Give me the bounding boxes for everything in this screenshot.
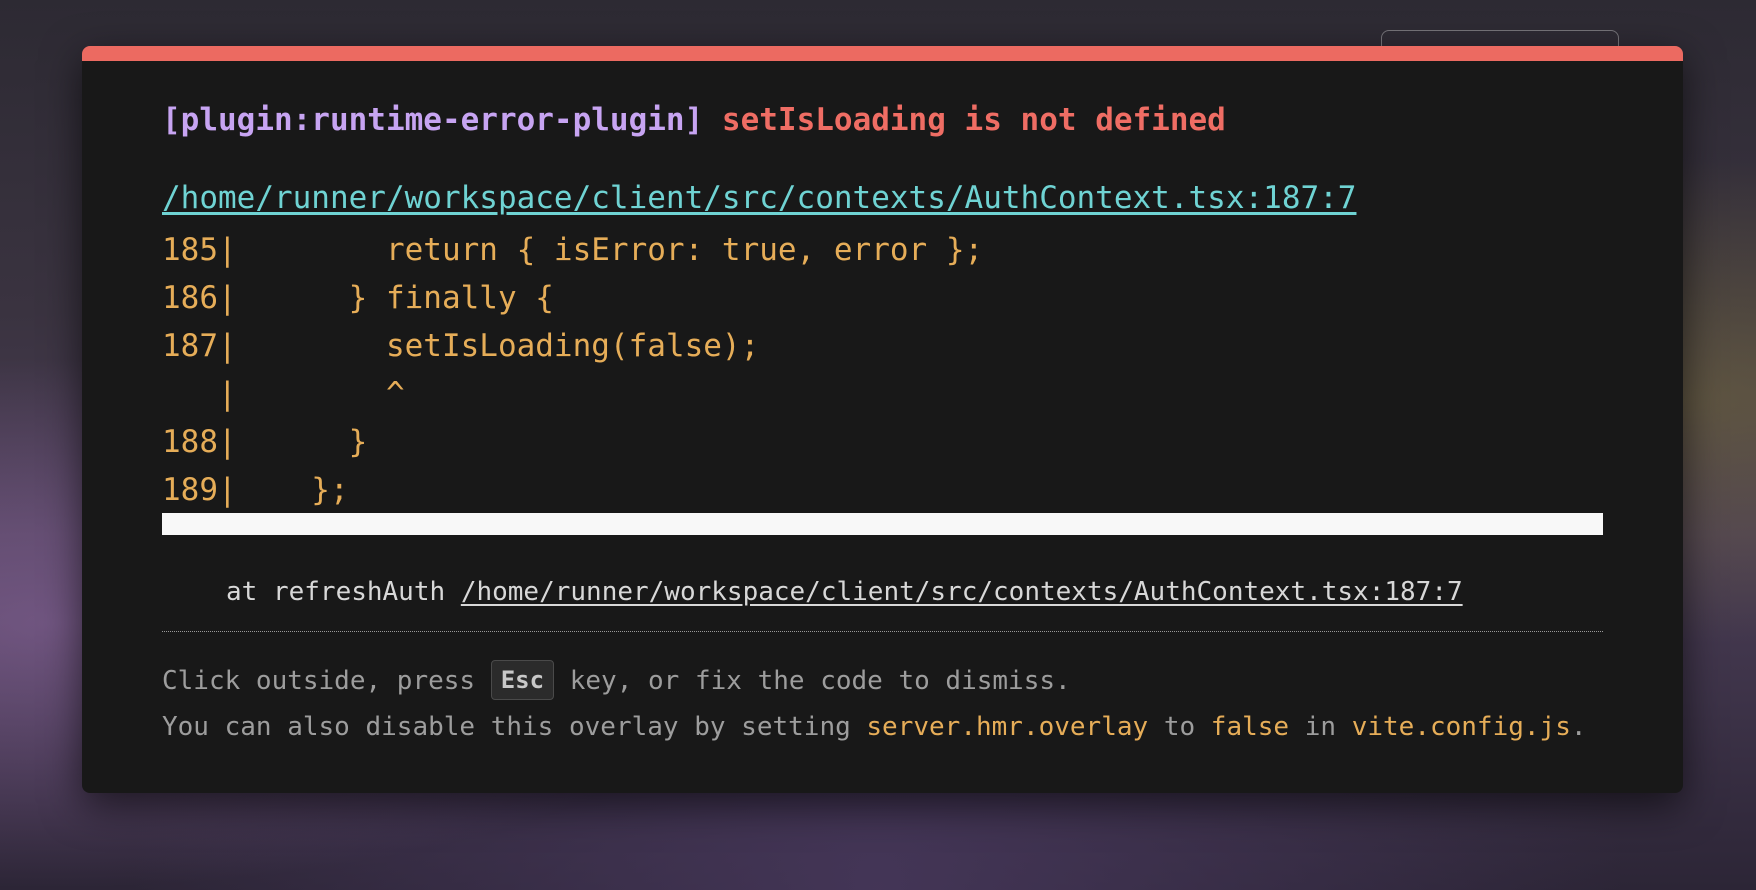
esc-key: Esc: [490, 659, 555, 700]
code-frame-line: 189| };: [162, 472, 349, 508]
dismiss-tip: Click outside, press Esc key, or fix the…: [162, 659, 1071, 700]
code-frame-line: 185| return { isError: true, error };: [162, 232, 984, 268]
plugin-name: [plugin:runtime-error-plugin]: [162, 102, 704, 138]
stack-prefix: at refreshAuth: [226, 577, 461, 607]
code-frame-line: 188| }: [162, 424, 368, 460]
overlay-config-tip: You can also disable this overlay by set…: [162, 708, 1587, 746]
code-frame-line: 186| } finally {: [162, 280, 554, 316]
tip-text: in: [1289, 712, 1352, 742]
false-value: false: [1210, 712, 1290, 742]
code-frame-line: 187| setIsLoading(false);: [162, 328, 760, 364]
tip-text: You can also disable this overlay by set…: [162, 712, 867, 742]
config-file-name: vite.config.js: [1351, 712, 1571, 742]
error-message-line: [plugin:runtime-error-plugin] setIsLoadi…: [162, 101, 1226, 139]
tip-text: key, or fix the code to dismiss.: [554, 666, 1071, 696]
error-overlay: [plugin:runtime-error-plugin] setIsLoadi…: [82, 46, 1683, 793]
dotted-divider: [162, 631, 1603, 632]
tip-text: to: [1148, 712, 1211, 742]
tip-text: Click outside, press: [162, 666, 491, 696]
error-message: setIsLoading is not defined: [721, 102, 1226, 138]
error-file-link[interactable]: /home/runner/workspace/client/src/contex…: [162, 179, 1356, 217]
stack-trace: at refreshAuth /home/runner/workspace/cl…: [226, 575, 1463, 609]
code-frame-caret-line: | ^: [162, 376, 405, 412]
frame-separator-bar: [162, 513, 1603, 535]
stack-file-link[interactable]: /home/runner/workspace/client/src/contex…: [461, 577, 1463, 607]
code-frame: 185| return { isError: true, error }; 186…: [162, 226, 983, 514]
tip-text: .: [1570, 712, 1587, 742]
setting-name: server.hmr.overlay: [866, 712, 1149, 742]
